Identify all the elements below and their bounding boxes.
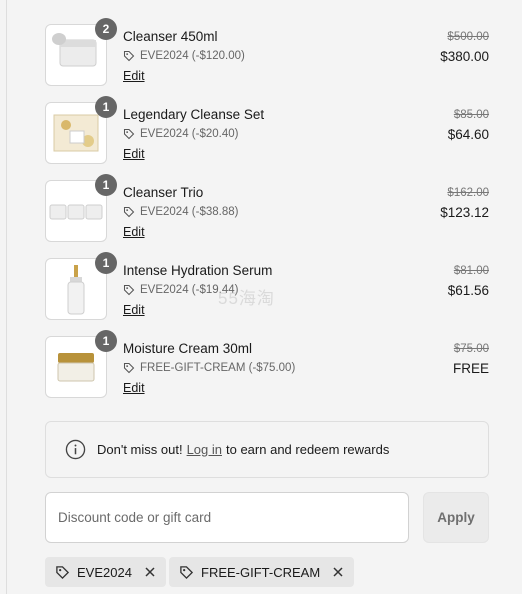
- cart-item: 2 Cleanser 450ml EVE2024 (-$120.00) Edit…: [45, 18, 489, 102]
- original-price: $85.00: [453, 109, 489, 121]
- discount-text: EVE2024 (-$20.40): [140, 128, 239, 140]
- tag-icon: [123, 284, 135, 296]
- tag-icon: [180, 565, 194, 579]
- discounted-price: $380.00: [440, 49, 489, 64]
- applied-code-label: EVE2024: [77, 564, 132, 580]
- discounted-price: $64.60: [447, 127, 489, 142]
- original-price: $162.00: [447, 187, 489, 199]
- tag-icon: [123, 206, 135, 218]
- notice-text-end: to earn and redeem rewards: [226, 442, 390, 457]
- product-image: 2: [45, 18, 117, 86]
- edit-link[interactable]: Edit: [123, 225, 145, 239]
- product-name: Cleanser 450ml: [123, 29, 218, 44]
- watermark: 55海淘: [218, 289, 275, 308]
- discount-code-input[interactable]: [45, 492, 409, 543]
- panel-border: [6, 0, 7, 594]
- discount-line: FREE-GIFT-CREAM (-$75.00): [123, 362, 295, 374]
- product-name: Legendary Cleanse Set: [123, 107, 265, 122]
- edit-link[interactable]: Edit: [123, 147, 145, 161]
- discount-text: EVE2024 (-$38.88): [140, 206, 239, 218]
- applied-code-tag: EVE2024: [45, 557, 166, 587]
- original-price: $81.00: [453, 265, 489, 277]
- discount-text: FREE-GIFT-CREAM (-$75.00): [140, 362, 296, 374]
- applied-code-tag: FREE-GIFT-CREAM: [169, 557, 355, 587]
- product-image: 1: [45, 96, 117, 164]
- tag-icon: [123, 362, 135, 374]
- original-price: $75.00: [453, 343, 489, 355]
- discount-line: EVE2024 (-$120.00): [123, 50, 245, 62]
- discounted-price: $61.56: [447, 283, 489, 298]
- close-icon[interactable]: [332, 566, 344, 578]
- original-price: $500.00: [447, 31, 489, 43]
- tag-icon: [123, 50, 135, 62]
- tag-icon: [56, 565, 70, 579]
- cart-item: 1 Legendary Cleanse Set EVE2024 (-$20.40…: [45, 96, 489, 180]
- login-link[interactable]: Log in: [187, 442, 222, 457]
- product-name: Intense Hydration Serum: [123, 263, 273, 278]
- product-image: 1: [45, 252, 117, 320]
- cart-item-list: 2 Cleanser 450ml EVE2024 (-$120.00) Edit…: [45, 18, 489, 414]
- applied-code-label: FREE-GIFT-CREAM: [201, 564, 321, 580]
- cart-item: 1 Cleanser Trio EVE2024 (-$38.88) Edit $…: [45, 174, 489, 258]
- discount-line: EVE2024 (-$38.88): [123, 206, 238, 218]
- quantity-badge: 1: [95, 174, 117, 196]
- edit-link[interactable]: Edit: [123, 69, 145, 83]
- edit-link[interactable]: Edit: [123, 381, 145, 395]
- quantity-badge: 1: [95, 252, 117, 274]
- discount-line: EVE2024 (-$20.40): [123, 128, 238, 140]
- product-name: Cleanser Trio: [123, 185, 204, 200]
- product-image: 1: [45, 174, 117, 242]
- product-image: 1: [45, 330, 117, 398]
- discounted-price: $123.12: [440, 205, 489, 220]
- discount-text: EVE2024 (-$120.00): [140, 50, 245, 62]
- cart-item: 1 Moisture Cream 30ml FREE-GIFT-CREAM (-…: [45, 330, 489, 414]
- apply-button[interactable]: Apply: [423, 492, 489, 543]
- close-icon[interactable]: [144, 566, 156, 578]
- rewards-notice: Don't miss out! Log in to earn and redee…: [45, 421, 489, 478]
- quantity-badge: 1: [95, 96, 117, 118]
- edit-link[interactable]: Edit: [123, 303, 145, 317]
- quantity-badge: 2: [95, 18, 117, 40]
- info-icon: [65, 439, 86, 460]
- discounted-price: FREE: [452, 361, 489, 376]
- product-name: Moisture Cream 30ml: [123, 341, 253, 356]
- tag-icon: [123, 128, 135, 140]
- notice-text: Don't miss out!: [97, 442, 183, 457]
- quantity-badge: 1: [95, 330, 117, 352]
